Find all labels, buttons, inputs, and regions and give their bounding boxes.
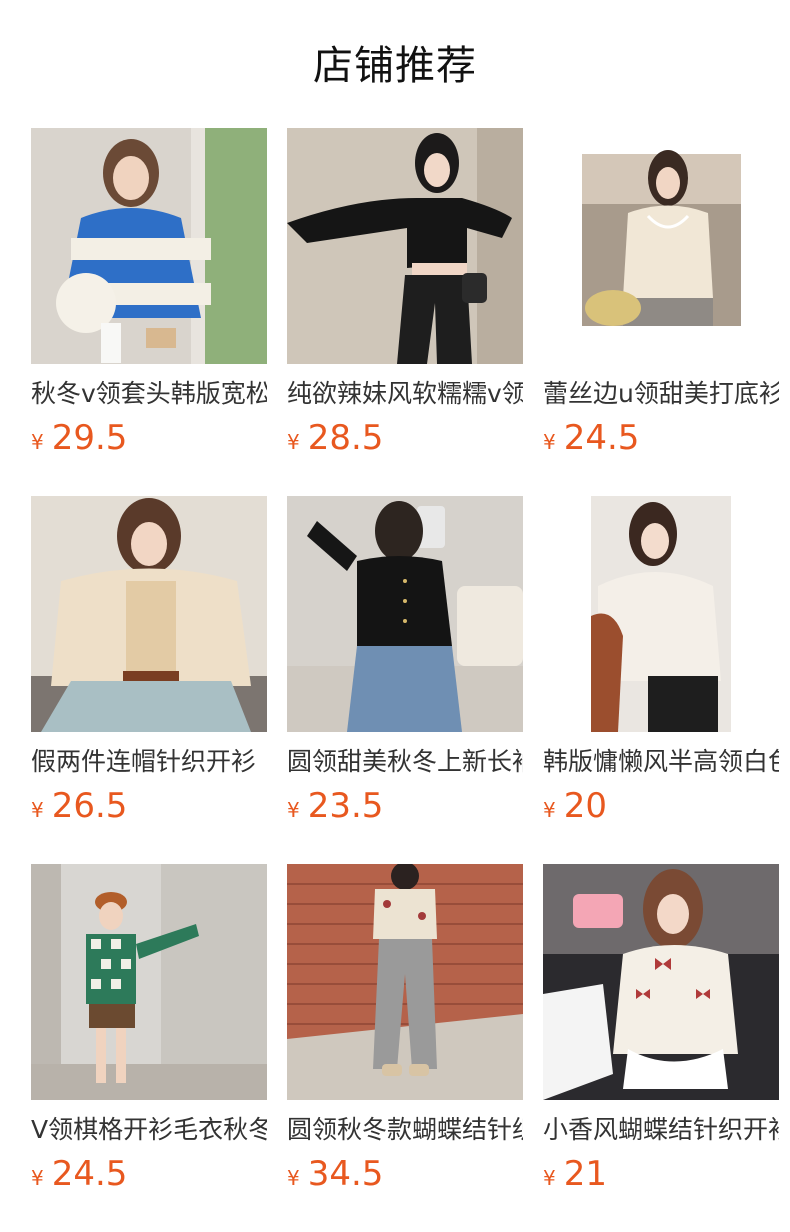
price-amount: 23.5 — [307, 786, 384, 826]
product-title[interactable]: 蕾丝边u领甜美打底衫 — [543, 377, 779, 411]
product-title[interactable]: 假两件连帽针织开衫 — [31, 745, 267, 779]
product-image[interactable] — [543, 128, 779, 364]
product-photo-hooded-cardigan — [31, 496, 267, 732]
product-image[interactable] — [543, 496, 779, 732]
product-card[interactable]: 纯欲辣妹风软糯糯v领 ¥28.5 — [287, 128, 534, 463]
product-price: ¥34.5 — [287, 1152, 383, 1196]
product-image[interactable] — [543, 864, 779, 1100]
price-amount: 28.5 — [307, 418, 384, 458]
product-card[interactable]: 秋冬v领套头韩版宽松 ¥29.5 — [31, 128, 278, 463]
product-card[interactable]: 圆领秋冬款蝴蝶结针织 ¥34.5 — [287, 864, 534, 1199]
product-photo-cream-lace-top — [543, 128, 779, 364]
product-price: ¥26.5 — [31, 784, 127, 828]
product-image[interactable] — [31, 128, 267, 364]
price-amount: 21 — [563, 1154, 607, 1194]
product-card[interactable]: 假两件连帽针织开衫 ¥26.5 — [31, 496, 278, 831]
product-image[interactable] — [31, 496, 267, 732]
price-amount: 20 — [563, 786, 607, 826]
product-photo-white-bow-cardigan — [543, 864, 779, 1100]
product-image[interactable] — [287, 496, 523, 732]
product-image[interactable] — [31, 864, 267, 1100]
product-card[interactable]: 蕾丝边u领甜美打底衫 ¥24.5 — [543, 128, 790, 463]
product-photo-black-cardigan — [287, 128, 523, 364]
product-title[interactable]: 圆领秋冬款蝴蝶结针织 — [287, 1113, 523, 1147]
product-price: ¥29.5 — [31, 416, 127, 460]
product-price: ¥24.5 — [543, 416, 639, 460]
product-image[interactable] — [287, 864, 523, 1100]
price-amount: 29.5 — [51, 418, 128, 458]
product-title[interactable]: 圆领甜美秋冬上新长袖 — [287, 745, 523, 779]
product-photo-bow-knit-top — [287, 864, 523, 1100]
currency-symbol: ¥ — [287, 798, 300, 822]
product-image[interactable] — [287, 128, 523, 364]
currency-symbol: ¥ — [31, 430, 44, 454]
product-photo-white-mock-neck — [543, 496, 779, 732]
product-price: ¥28.5 — [287, 416, 383, 460]
product-card[interactable]: V领棋格开衫毛衣秋冬 ¥24.5 — [31, 864, 278, 1199]
product-title[interactable]: V领棋格开衫毛衣秋冬 — [31, 1113, 267, 1147]
product-price: ¥20 — [543, 784, 607, 828]
product-title[interactable]: 秋冬v领套头韩版宽松 — [31, 377, 267, 411]
currency-symbol: ¥ — [31, 798, 44, 822]
product-price: ¥21 — [543, 1152, 607, 1196]
product-card[interactable]: 韩版慵懒风半高领白色 ¥20 — [543, 496, 790, 831]
product-card[interactable]: 圆领甜美秋冬上新长袖 ¥23.5 — [287, 496, 534, 831]
product-price: ¥24.5 — [31, 1152, 127, 1196]
price-amount: 24.5 — [563, 418, 640, 458]
product-photo-striped-sweater — [31, 128, 267, 364]
currency-symbol: ¥ — [543, 1166, 556, 1190]
price-amount: 26.5 — [51, 786, 128, 826]
product-photo-black-button-cardigan — [287, 496, 523, 732]
price-amount: 24.5 — [51, 1154, 128, 1194]
currency-symbol: ¥ — [543, 798, 556, 822]
product-card[interactable]: 小香风蝴蝶结针织开衫 ¥21 — [543, 864, 790, 1199]
price-amount: 34.5 — [307, 1154, 384, 1194]
product-title[interactable]: 纯欲辣妹风软糯糯v领 — [287, 377, 523, 411]
currency-symbol: ¥ — [543, 430, 556, 454]
product-grid: 秋冬v领套头韩版宽松 ¥29.5 纯欲辣妹风软糯糯v领 ¥28.5 蕾丝边u领甜… — [0, 0, 790, 1232]
product-title[interactable]: 韩版慵懒风半高领白色 — [543, 745, 779, 779]
product-photo-checkered-cardigan — [31, 864, 267, 1100]
currency-symbol: ¥ — [31, 1166, 44, 1190]
currency-symbol: ¥ — [287, 1166, 300, 1190]
currency-symbol: ¥ — [287, 430, 300, 454]
product-title[interactable]: 小香风蝴蝶结针织开衫 — [543, 1113, 779, 1147]
product-price: ¥23.5 — [287, 784, 383, 828]
